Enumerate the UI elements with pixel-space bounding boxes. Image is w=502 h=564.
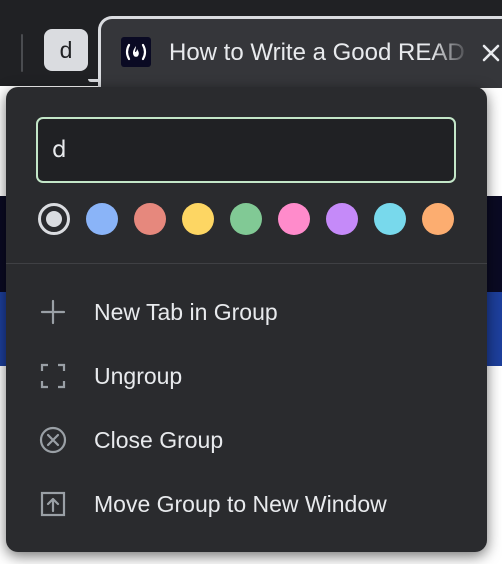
color-swatches bbox=[38, 203, 458, 237]
menu-item-label: Ungroup bbox=[94, 363, 183, 389]
color-swatch-pink[interactable] bbox=[278, 203, 310, 235]
color-swatch-green[interactable] bbox=[230, 203, 262, 235]
close-icon[interactable] bbox=[477, 39, 502, 67]
tab-separator bbox=[21, 34, 23, 72]
tab-strip: d How to Write a Good README bbox=[0, 0, 502, 88]
menu-item-ungroup[interactable]: Ungroup bbox=[6, 345, 487, 407]
color-swatch-orange[interactable] bbox=[422, 203, 454, 235]
tab-group-chip[interactable]: d bbox=[44, 29, 88, 71]
color-swatch-yellow[interactable] bbox=[182, 203, 214, 235]
browser-window: d How to Write a Good README bbox=[0, 0, 502, 564]
menu-item-close-group[interactable]: Close Group bbox=[6, 409, 487, 471]
ungroup-icon bbox=[38, 361, 68, 391]
plus-icon bbox=[38, 297, 68, 327]
tab-group-editor-popup: New Tab in Group Ungroup Close Group bbox=[6, 87, 487, 552]
menu-item-label: Move Group to New Window bbox=[94, 491, 387, 517]
menu-divider bbox=[6, 263, 487, 264]
color-swatch-cyan[interactable] bbox=[374, 203, 406, 235]
menu-item-label: Close Group bbox=[94, 427, 224, 453]
color-swatch-grey[interactable] bbox=[38, 203, 70, 235]
group-name-input[interactable] bbox=[36, 117, 456, 183]
close-circle-icon bbox=[38, 425, 68, 455]
menu-item-move-group-to-new-window[interactable]: Move Group to New Window bbox=[6, 473, 487, 535]
move-window-icon bbox=[38, 489, 68, 519]
menu-item-new-tab-in-group[interactable]: New Tab in Group bbox=[6, 281, 487, 343]
color-swatch-blue[interactable] bbox=[86, 203, 118, 235]
menu-item-label: New Tab in Group bbox=[94, 299, 278, 325]
tab-title-fade bbox=[431, 33, 471, 73]
color-swatch-purple[interactable] bbox=[326, 203, 358, 235]
freecodecamp-logo-icon bbox=[121, 37, 151, 67]
active-tab[interactable]: How to Write a Good README bbox=[98, 16, 502, 88]
color-swatch-red[interactable] bbox=[134, 203, 166, 235]
tab-title: How to Write a Good README bbox=[169, 39, 465, 66]
